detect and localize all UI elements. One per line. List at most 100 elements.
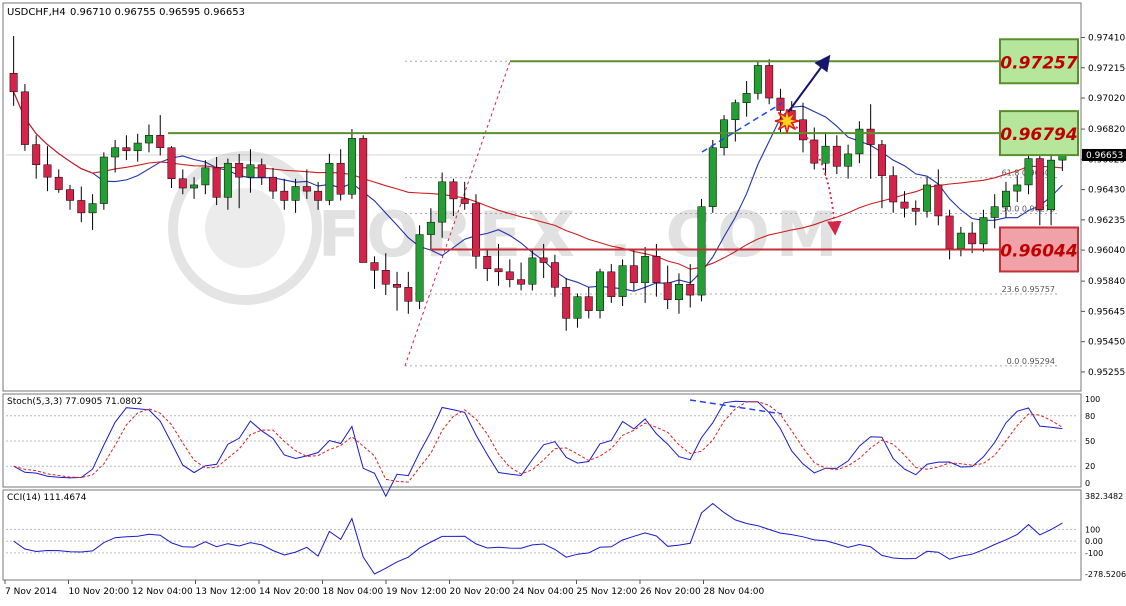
bear-candle	[32, 144, 41, 166]
time-tick-label: 13 Nov 12:00	[196, 587, 257, 597]
bear-candle	[517, 279, 526, 285]
price-tick-label: 0.95840	[1088, 277, 1125, 287]
bear-candle	[629, 265, 638, 283]
bull-candle	[88, 203, 97, 214]
bear-candle	[269, 176, 277, 192]
price-tick-label: 0.97215	[1088, 64, 1125, 74]
bull-candle	[190, 184, 199, 189]
bear-candle	[178, 178, 187, 189]
bull-candle	[528, 257, 537, 285]
time-tick-label: 12 Nov 04:00	[132, 587, 193, 597]
bull-candle	[821, 145, 830, 164]
bull-candle	[697, 206, 706, 296]
bull-candle	[990, 206, 999, 218]
fib-label: 23.6 0.95757	[1002, 285, 1055, 294]
stoch-tick-label: 20	[1085, 462, 1095, 471]
bear-candle	[77, 200, 86, 214]
bull-candle	[979, 217, 988, 245]
bear-candle	[370, 262, 379, 271]
bear-candle	[359, 138, 368, 263]
bear-candle	[686, 283, 695, 296]
bear-candle	[1035, 158, 1044, 211]
bear-candle	[663, 282, 672, 301]
bear-candle	[866, 128, 875, 145]
bull-candle	[1047, 159, 1056, 211]
bear-candle	[460, 198, 469, 204]
bear-candle	[652, 256, 661, 283]
bear-candle	[43, 164, 52, 178]
bull-candle	[596, 271, 604, 311]
bull-candle	[223, 162, 232, 198]
stoch-label: Stoch(5,3,3) 77.0905 71.0802	[7, 397, 142, 407]
ohlc-label: 0.96710 0.96755 0.96595 0.96653	[70, 7, 245, 18]
bear-candle	[9, 72, 18, 93]
bear-candle	[302, 186, 311, 192]
bear-candle	[832, 145, 841, 167]
bear-candle	[156, 135, 165, 148]
bull-candle	[731, 102, 740, 121]
bear-candle	[336, 162, 345, 195]
bear-candle	[167, 147, 176, 179]
bear-candle	[765, 65, 774, 99]
cci-tick-label: 100	[1085, 525, 1100, 534]
bull-candle	[641, 256, 650, 283]
bear-candle	[483, 256, 492, 269]
level-price-label: 0.96794	[1000, 125, 1077, 145]
bear-candle	[968, 232, 977, 245]
bull-candle	[1002, 190, 1010, 207]
bear-candle	[212, 167, 221, 198]
bear-candle	[257, 164, 266, 178]
bull-candle	[956, 232, 965, 249]
bear-candle	[505, 271, 514, 280]
bear-candle	[934, 184, 943, 217]
bull-candle	[246, 164, 255, 178]
bear-candle	[393, 283, 402, 288]
bear-candle	[562, 287, 571, 319]
time-tick-label: 19 Nov 12:00	[386, 587, 447, 597]
forex-chart: FOREX . COM 61.8 0.9650750.0 0.9627623.6…	[2, 2, 1126, 597]
bull-candle	[201, 167, 210, 186]
bull-candle	[1024, 158, 1033, 186]
bull-candle	[415, 234, 424, 302]
bull-candle	[742, 93, 751, 103]
bull-candle	[426, 221, 435, 235]
bear-candle	[539, 257, 548, 263]
cci-tick-label: -278.5206	[1085, 570, 1126, 579]
stoch-tick-label: 0	[1085, 479, 1090, 488]
cci-tick-label: 0.00	[1085, 537, 1103, 546]
bear-candle	[66, 189, 74, 201]
price-tick-label: 0.97410	[1088, 34, 1125, 44]
time-tick-label: 24 Nov 04:00	[513, 587, 574, 597]
time-tick-label: 7 Nov 2014	[5, 587, 57, 597]
bear-candle	[900, 201, 909, 209]
bull-candle	[347, 138, 356, 195]
fib-label: 0.0 0.95294	[1007, 357, 1055, 366]
bull-candle	[618, 265, 627, 297]
time-tick-label: 18 Nov 04:00	[323, 587, 384, 597]
bull-candle	[753, 65, 762, 94]
bear-candle	[494, 268, 503, 273]
bull-candle	[325, 162, 334, 201]
bear-candle	[889, 175, 898, 203]
bull-candle	[99, 156, 108, 204]
price-tick-label: 0.96235	[1088, 216, 1125, 226]
time-tick-label: 20 Nov 20:00	[450, 587, 511, 597]
bear-candle	[54, 176, 63, 190]
bear-candle	[584, 296, 593, 311]
price-tick-label: 0.96430	[1088, 186, 1125, 196]
bear-candle	[280, 190, 289, 201]
bull-candle	[573, 296, 582, 319]
bull-candle	[144, 135, 153, 144]
bear-candle	[810, 139, 819, 164]
bear-candle	[381, 270, 390, 285]
time-tick-label: 14 Nov 20:00	[259, 587, 320, 597]
bear-candle	[607, 271, 616, 297]
bull-candle	[844, 153, 853, 167]
level-price-label: 0.97257	[1000, 53, 1078, 73]
stoch-tick-label: 50	[1085, 437, 1095, 446]
current-price-label: 0.96653	[1086, 151, 1123, 161]
symbol-label: USDCHF,H4	[7, 7, 66, 18]
bull-candle	[923, 184, 932, 212]
cci-panel	[2, 489, 1082, 581]
bear-candle	[20, 91, 29, 145]
